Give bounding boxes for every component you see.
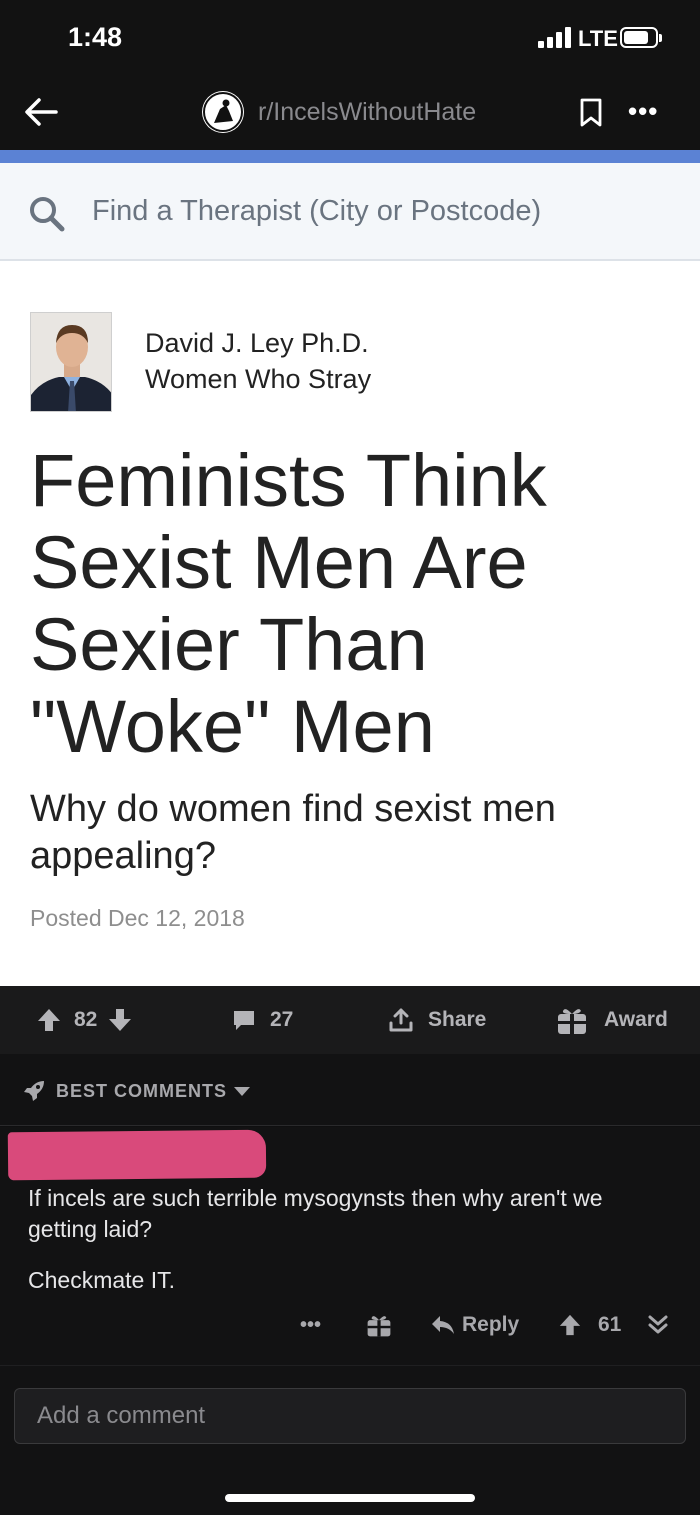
comment: If incels are such terrible mysogynsts t… [0, 1127, 700, 1365]
share-label: Share [428, 1008, 487, 1031]
author-photo [30, 312, 112, 412]
reply-label: Reply [462, 1313, 520, 1336]
author-name: David J. Ley Ph.D. [145, 328, 369, 358]
award-label: Award [604, 1008, 668, 1031]
comment-body: If incels are such terrible mysogynsts t… [28, 1185, 603, 1242]
post-image[interactable]: David J. Ley Ph.D. Women Who Stray Femin… [0, 150, 700, 986]
more-options-icon[interactable]: ••• [628, 96, 658, 127]
share-button[interactable]: Share [388, 986, 486, 1054]
back-arrow-icon[interactable] [22, 93, 60, 131]
reply-arrow-icon [432, 1316, 454, 1334]
sort-dropdown[interactable]: BEST COMMENTS [22, 1079, 251, 1103]
comment-composer [0, 1365, 700, 1515]
subreddit-name[interactable]: r/IncelsWithoutHate [258, 98, 476, 127]
redacted-username [7, 1129, 267, 1181]
comments-header: BEST COMMENTS [0, 1054, 700, 1126]
share-icon [389, 1008, 413, 1032]
bookmark-icon[interactable] [578, 98, 604, 128]
signal-icon [538, 26, 572, 48]
article-date: Posted Dec 12, 2018 [30, 905, 245, 931]
comment-actions: ••• Reply 61 [0, 1303, 700, 1347]
post-vote-count: 82 [74, 1008, 98, 1031]
upvote-arrow-icon[interactable] [558, 1313, 582, 1337]
therapist-search-bar [0, 163, 700, 261]
battery-icon [620, 27, 662, 48]
search-icon [30, 197, 65, 232]
therapist-search-input [92, 191, 652, 231]
post-action-bar: 82 27 Share Award [0, 986, 700, 1054]
home-indicator [225, 1494, 475, 1502]
status-bar: 1:48 LTE [0, 0, 700, 75]
comment-more-icon[interactable]: ••• [300, 1303, 321, 1347]
reply-button[interactable]: Reply [430, 1303, 519, 1347]
award-button[interactable]: Award [556, 986, 668, 1054]
network-label: LTE [578, 26, 618, 51]
sort-label: BEST COMMENTS [56, 1080, 228, 1101]
article-subheadline: Why do women find sexist men appealing? [30, 788, 556, 877]
subreddit-avatar[interactable] [202, 91, 244, 133]
add-comment-input[interactable] [14, 1388, 686, 1444]
comment-bubble-icon [234, 1011, 254, 1030]
comments-button[interactable]: 27 [232, 986, 293, 1054]
subreddit-logo-icon [203, 92, 243, 132]
comment-award-button[interactable] [366, 1303, 392, 1347]
rocket-icon [24, 1081, 44, 1101]
comment-body-line2: Checkmate IT. [28, 1267, 175, 1293]
upvote-group: 82 [36, 986, 133, 1054]
comment-count: 27 [270, 1008, 294, 1031]
status-time: 1:48 [68, 22, 123, 52]
downvote-arrow-icon[interactable] [107, 1007, 133, 1033]
article-headline: Feminists Think Sexist Men Are Sexier Th… [30, 439, 547, 768]
caret-down-icon [234, 1087, 251, 1096]
gift-icon [558, 1009, 586, 1034]
double-chevron-down-icon [648, 1315, 668, 1334]
site-header-bar [0, 150, 700, 163]
collapse-thread-button[interactable] [646, 1303, 670, 1347]
upvote-arrow-icon[interactable] [36, 1007, 62, 1033]
blog-name: Women Who Stray [145, 364, 372, 394]
gift-icon [367, 1316, 391, 1337]
comment-vote-group: 61 [558, 1303, 621, 1347]
comment-vote-count: 61 [598, 1313, 622, 1336]
